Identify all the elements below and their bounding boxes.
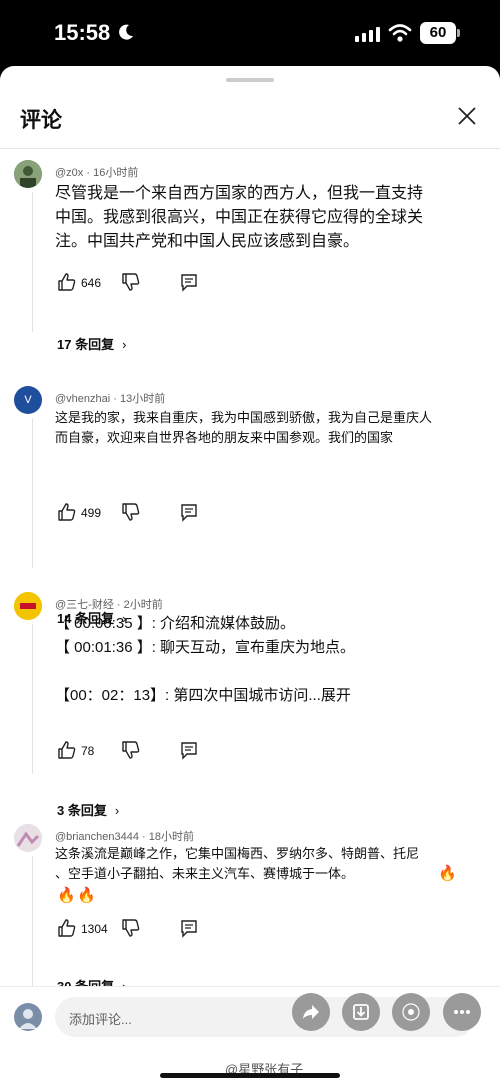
thumb-up-icon[interactable] (57, 272, 77, 292)
thumb-up-icon[interactable] (57, 918, 77, 938)
comment-time: 16小时前 (93, 167, 139, 179)
comment-actions: 499 (57, 502, 217, 524)
battery-indicator: 60 (420, 22, 460, 44)
download-button[interactable] (342, 993, 380, 1031)
fire-icon: 🔥 (77, 887, 96, 904)
home-indicator[interactable] (160, 1073, 340, 1078)
thread-line (32, 856, 33, 1006)
comment-line (55, 660, 355, 684)
avatar[interactable] (14, 824, 42, 852)
comment-meta: @brianchen3444 · 18小时前 (55, 831, 194, 843)
comment-text: 这条溪流是巅峰之作，它集中国梅西、罗纳尔多、特朗普、托尼 、空手道小子翻拍、未来… (55, 844, 419, 884)
comment-actions: 646 (57, 272, 217, 294)
comment-meta: @vhenzhai · 13小时前 (55, 393, 166, 405)
comment-author[interactable]: @vhenzhai (55, 393, 110, 405)
comment-line: 【 00:00:35 】: 介绍和流媒体鼓励。 (55, 615, 296, 632)
comment-meta: @三七-财经 · 2小时前 (55, 599, 163, 611)
thumb-down-icon[interactable] (121, 502, 141, 522)
comment-line: 这是我的家，我来自重庆，我为中国感到骄傲，我为自己是重庆人 (55, 410, 433, 425)
comment-icon[interactable] (179, 918, 199, 938)
moon-icon (119, 24, 133, 40)
comment-icon[interactable] (179, 740, 199, 760)
more-dots-icon (454, 1010, 470, 1014)
comment-icon[interactable] (179, 502, 199, 522)
download-icon (353, 1004, 369, 1020)
comment-actions: 78 (57, 740, 217, 762)
avatar[interactable] (14, 592, 42, 620)
share-icon (303, 1005, 319, 1019)
chevron-right-icon: › (114, 803, 120, 818)
thread-line (32, 192, 33, 332)
app-logo-icon (402, 1003, 420, 1021)
replies-label: 3 条回复 (57, 803, 107, 818)
chevron-right-icon: › (122, 337, 127, 352)
comment-meta: @z0x · 16小时前 (55, 167, 139, 179)
user-avatar (14, 1003, 42, 1031)
comment-text: 尽管我是一个来自西方国家的西方人，但我一直支持 中国。我感到很高兴，中国正在获得… (55, 182, 423, 254)
comment-line: 注。中国共产党和中国人民应该感到自豪。 (55, 233, 360, 250)
view-replies-button[interactable]: 17 条回复 › (57, 334, 126, 353)
comments-sheet: 评论 @z0x · 16小时前 尽管我是一个来自西方国家的西方人，但我一直支持 … (0, 66, 500, 1084)
comment-text: 【 00:00:35 】: 介绍和流媒体鼓励。 【 00:01:36 】: 聊天… (55, 612, 355, 708)
comment-line[interactable]: 【00：02：13】: 第四次中国城市访问...展开 (55, 684, 355, 708)
thumb-down-icon[interactable] (121, 740, 141, 760)
thumb-up-icon[interactable] (57, 502, 77, 522)
comment-actions: 1304 (57, 918, 217, 940)
comment-text: 这是我的家，我来自重庆，我为中国感到骄傲，我为自己是重庆人 而自豪，欢迎来自世界… (55, 408, 432, 448)
like-count: 499 (81, 506, 102, 520)
thumb-down-icon[interactable] (121, 272, 141, 292)
app-button[interactable] (392, 993, 430, 1031)
thumb-up-icon[interactable] (57, 740, 77, 760)
like-count: 646 (81, 276, 102, 290)
avatar-letter: V (24, 394, 32, 406)
comment-line: 而自豪，欢迎来自世界各地的朋友来中国参观。我们的国家 (55, 430, 394, 445)
divider (0, 148, 500, 149)
like-count: 78 (81, 744, 95, 758)
avatar[interactable]: V (14, 386, 42, 414)
comment-line: 、空手道小子翻拍、未来主义汽车、赛博城于一体。 (55, 866, 355, 881)
thread-line (32, 624, 33, 774)
drag-handle[interactable] (226, 78, 274, 82)
thread-line (32, 418, 33, 568)
comment-time: 13小时前 (119, 393, 166, 405)
signal-icon (355, 27, 380, 42)
close-icon[interactable] (455, 104, 479, 128)
sheet-title: 评论 (20, 109, 62, 132)
comment-line: 尽管我是一个来自西方国家的西方人，但我一直支持 (55, 185, 424, 202)
fire-icon: 🔥 (57, 887, 76, 904)
comment-author[interactable]: @三七-财经 (55, 599, 114, 611)
comment-composer: 添加评论... @星野张有子 (0, 986, 500, 1084)
comment-icon[interactable] (179, 272, 199, 292)
avatar[interactable] (14, 160, 42, 188)
view-replies-button[interactable]: 3 条回复 › (57, 800, 119, 819)
wifi-icon (388, 24, 412, 42)
share-button[interactable] (292, 993, 330, 1031)
comment-line: 【 00:01:36 】: 聊天互动，宣布重庆为地点。 (55, 639, 356, 656)
more-button[interactable] (443, 993, 481, 1031)
like-count: 1304 (81, 922, 108, 936)
comment-line: 这条溪流是巅峰之作，它集中国梅西、罗纳尔多、特朗普、托尼 (55, 846, 420, 861)
status-bar: 15:58 60 (0, 0, 500, 66)
comment-time: 18小时前 (148, 831, 194, 843)
thumb-down-icon[interactable] (121, 918, 141, 938)
comment-line: 中国。我感到很高兴，中国正在获得它应得的全球关 (55, 209, 424, 226)
fire-icon: 🔥 (438, 865, 457, 882)
comment-author[interactable]: @z0x (55, 167, 83, 179)
replies-label: 17 条回复 (57, 337, 115, 352)
comment-time: 2小时前 (123, 599, 163, 611)
status-time: 15:58 (54, 20, 111, 45)
comment-author[interactable]: @brianchen3444 (55, 831, 139, 843)
